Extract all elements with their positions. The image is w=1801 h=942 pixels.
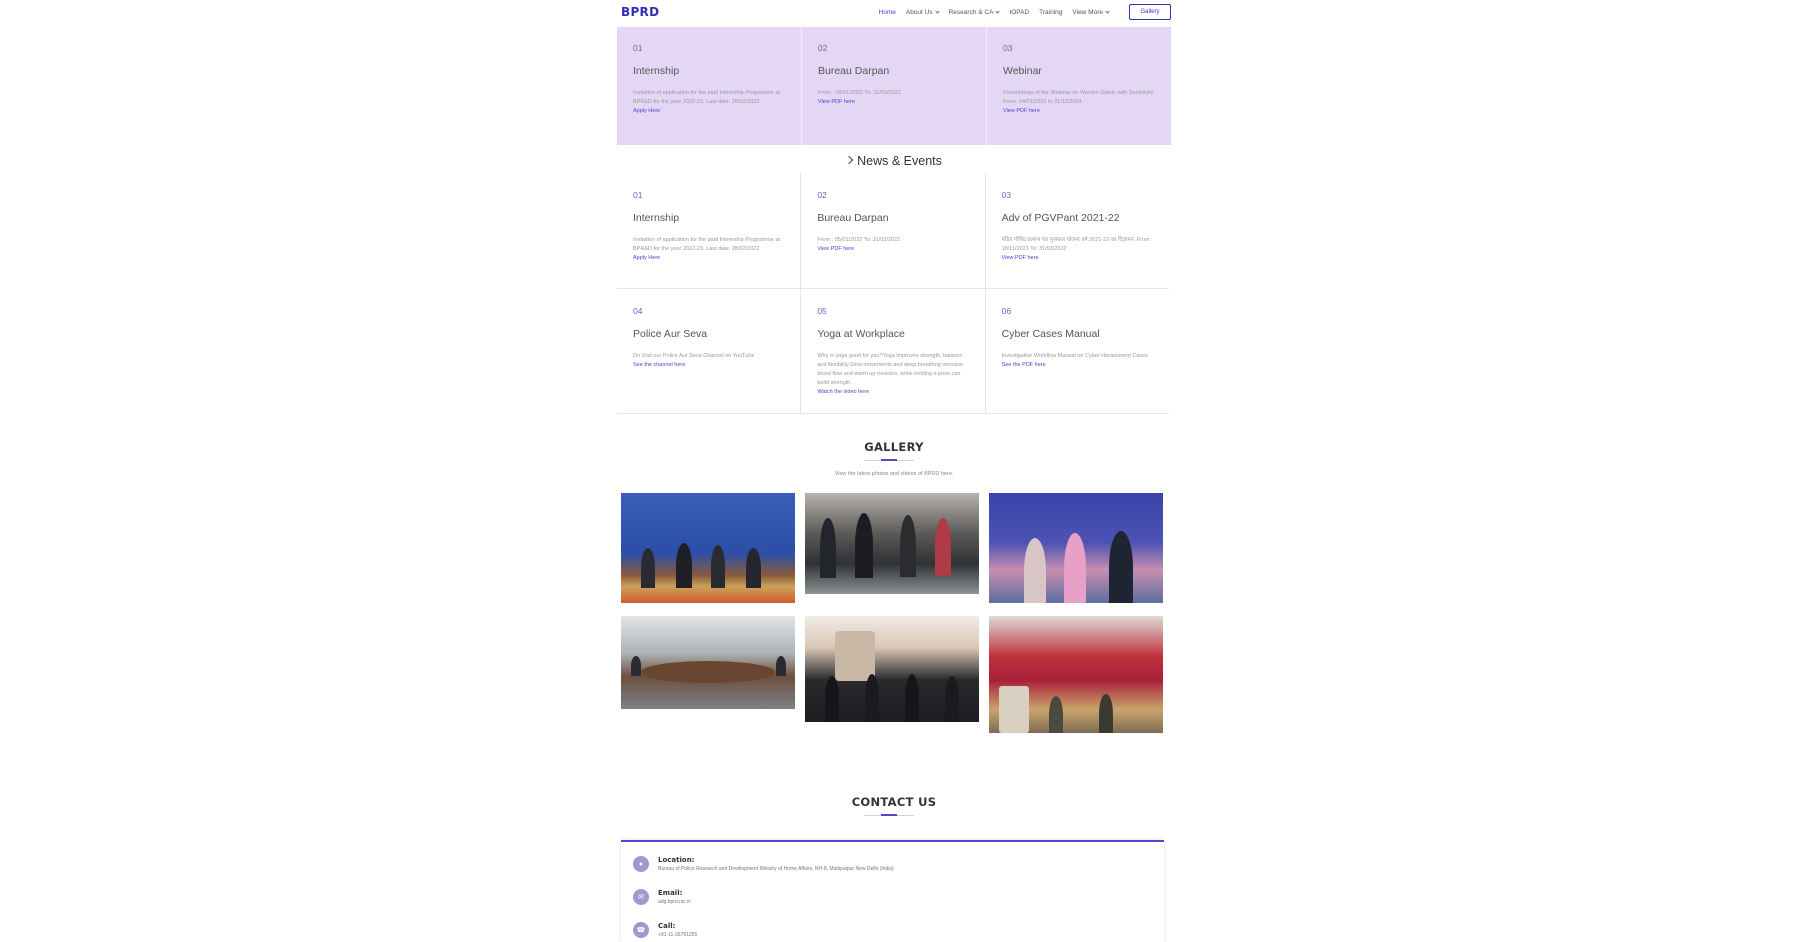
card-number: 03 — [1003, 43, 1013, 53]
nav-iopad[interactable]: IOPAD — [1009, 9, 1029, 16]
card-title: Webinar — [1003, 65, 1042, 77]
contact-location: ● Location: Bureau of Police Research an… — [633, 856, 894, 872]
featured-cards: 01 Internship Invitation of application … — [617, 27, 1171, 145]
card-title: Bureau Darpan — [818, 65, 890, 77]
gallery-button[interactable]: Gallery — [1129, 4, 1171, 20]
contact-call: ☎ Call: +91-11-26781255 — [633, 922, 697, 938]
news-title: Bureau Darpan — [817, 212, 889, 224]
featured-card: 01 Internship Invitation of application … — [617, 27, 802, 145]
news-title: Adv of PGVPant 2021-22 — [1001, 212, 1120, 224]
card-number: 02 — [818, 43, 828, 53]
chevron-down-icon — [995, 9, 1001, 14]
news-number: 03 — [1001, 190, 1012, 200]
news-title: Police Aur Seva — [633, 328, 708, 340]
chevron-down-icon — [934, 9, 940, 14]
news-number: 06 — [1001, 306, 1012, 316]
gallery-photo[interactable] — [989, 616, 1163, 733]
location-value: Bureau of Police Research and Developmen… — [658, 866, 894, 872]
nav-iopad-label: IOPAD — [1009, 9, 1030, 16]
nav-view-more-label: View More — [1072, 9, 1103, 16]
nav-about-label: About Us — [905, 9, 933, 16]
news-link[interactable]: Apply Here — [633, 254, 786, 263]
call-label: Call: — [658, 922, 676, 930]
card-link[interactable]: View PDF here — [1003, 107, 1156, 116]
email-value[interactable]: adg.bprd.nic.in — [658, 899, 691, 905]
gallery-photo[interactable] — [989, 493, 1163, 603]
news-item: 02 Bureau Darpan From : 05/01/2022 To: 3… — [801, 173, 986, 288]
news-row: 01 Internship Invitation of application … — [617, 173, 1169, 289]
nav-home[interactable]: Home — [879, 9, 896, 16]
gallery-photo[interactable] — [621, 616, 795, 709]
email-label: Email: — [658, 889, 683, 897]
envelope-icon: ✉ — [633, 889, 649, 905]
chevron-right-icon — [844, 155, 854, 165]
contact-heading: CONTACT US — [851, 795, 937, 809]
card-link[interactable]: Apply Here — [633, 107, 786, 116]
gallery-subtitle: View the latest photos and videos of BPR… — [834, 471, 954, 477]
news-item: 06 Cyber Cases Manual Investigative Work… — [986, 289, 1169, 413]
page: BPRD Home About Us Research & CA IOPAD T… — [0, 0, 1801, 942]
news-description: Do Visit our Police Aur Seva Channel on … — [633, 353, 755, 359]
news-description: From : 05/01/2022 To: 31/03/2022 — [817, 237, 901, 243]
news-link[interactable]: Watch the video here — [817, 388, 970, 397]
news-number: 04 — [633, 306, 643, 316]
news-item: 01 Internship Invitation of application … — [617, 173, 802, 288]
contact-divider — [864, 814, 914, 816]
news-row: 04 Police Aur Seva Do Visit our Police A… — [617, 289, 1169, 414]
gallery-heading: GALLERY — [864, 440, 924, 454]
card-description: From : 05/01/2022 To: 31/03/2022 — [818, 90, 901, 96]
logo[interactable]: BPRD — [621, 5, 659, 19]
location-pin-icon: ● — [633, 856, 649, 872]
featured-card: 02 Bureau Darpan From : 05/01/2022 To: 3… — [802, 27, 987, 145]
news-title: Internship — [633, 212, 680, 224]
news-description: Why is yoga good for you?Yoga improves s… — [817, 353, 964, 386]
chevron-down-icon — [1105, 9, 1110, 14]
gallery-photo[interactable] — [805, 616, 979, 722]
news-description: Invitation of application for the paid I… — [633, 237, 781, 252]
gallery-photo[interactable] — [805, 493, 979, 594]
nav-research-label: Research & CA — [948, 9, 994, 16]
news-link[interactable]: View PDF here — [1002, 254, 1155, 263]
featured-card: 03 Webinar Proceedings of the Webinar on… — [987, 27, 1171, 145]
card-description: Invitation of application for the paid I… — [633, 90, 781, 105]
news-number: 01 — [633, 190, 643, 200]
news-events-heading: News & Events — [617, 154, 1171, 168]
contact-email: ✉ Email: adg.bprd.nic.in — [633, 889, 691, 905]
nav-research[interactable]: Research & CA — [948, 9, 1001, 16]
news-item: 04 Police Aur Seva Do Visit our Police A… — [617, 289, 802, 413]
news-item: 03 Adv of PGVPant 2021-22 पंडित गोविंद व… — [986, 173, 1169, 288]
news-title: Yoga at Workplace — [817, 328, 905, 340]
news-item: 05 Yoga at Workplace Why is yoga good fo… — [801, 289, 986, 413]
news-description: Investigative Workflow Manual on Cyber H… — [1001, 353, 1148, 359]
location-label: Location: — [658, 856, 695, 864]
gallery-divider — [864, 459, 914, 461]
card-link[interactable]: View PDF here — [818, 98, 971, 107]
news-title: Cyber Cases Manual — [1001, 328, 1100, 340]
news-link[interactable]: See the PDF here — [1002, 361, 1155, 370]
main-nav: Home About Us Research & CA IOPAD Traini… — [879, 9, 1110, 16]
nav-training[interactable]: Training — [1039, 9, 1062, 16]
gallery-photo[interactable] — [621, 493, 795, 603]
card-number: 01 — [633, 43, 643, 53]
call-value[interactable]: +91-11-26781255 — [658, 932, 697, 938]
phone-icon: ☎ — [633, 922, 649, 938]
card-title: Internship — [633, 65, 680, 77]
card-description: Proceedings of the Webinar on Women Safe… — [1003, 90, 1154, 105]
header: BPRD Home About Us Research & CA IOPAD T… — [617, 0, 1171, 26]
contact-card: ● Location: Bureau of Police Research an… — [621, 840, 1164, 942]
news-number: 05 — [817, 306, 827, 316]
news-grid: 01 Internship Invitation of application … — [617, 173, 1169, 414]
nav-view-more[interactable]: View More — [1072, 9, 1110, 16]
nav-about-us[interactable]: About Us — [905, 9, 940, 16]
news-link[interactable]: See the channel here — [633, 361, 786, 370]
news-description: पंडित गोविंद वल्लभ पंत पुरस्कार योजना वर… — [1001, 237, 1153, 252]
news-events-title: News & Events — [857, 154, 942, 168]
news-link[interactable]: View PDF here — [817, 245, 970, 254]
news-number: 02 — [817, 190, 827, 200]
nav-training-label: Training — [1039, 9, 1063, 16]
nav-home-label: Home — [878, 9, 896, 16]
